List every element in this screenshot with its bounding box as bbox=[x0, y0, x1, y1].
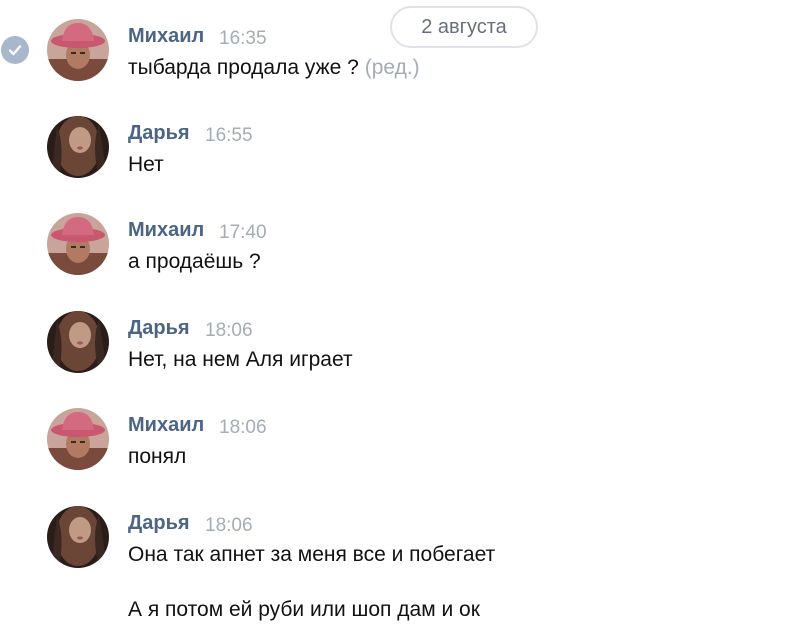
avatar[interactable] bbox=[47, 408, 109, 470]
message-body: тыбарда продала уже ? bbox=[128, 56, 359, 79]
message-time[interactable]: 18:06 bbox=[205, 515, 253, 537]
author-name[interactable]: Михаил bbox=[128, 219, 204, 242]
author-name[interactable]: Михаил bbox=[128, 25, 204, 48]
avatar[interactable] bbox=[47, 506, 109, 568]
message-time[interactable]: 17:40 bbox=[219, 222, 267, 244]
avatar[interactable] bbox=[47, 213, 109, 275]
author-name[interactable]: Дарья bbox=[128, 122, 190, 145]
avatar[interactable] bbox=[47, 311, 109, 373]
message-time[interactable]: 18:06 bbox=[205, 320, 253, 342]
message-text-continued: А я потом ей руби или шоп дам и ок bbox=[128, 598, 480, 621]
author-name[interactable]: Дарья bbox=[128, 317, 190, 340]
message-text: Она так апнет за меня все и побегает bbox=[128, 543, 496, 566]
check-circle-icon bbox=[1, 36, 29, 64]
edited-label[interactable]: (ред.) bbox=[365, 56, 420, 79]
message-time[interactable]: 16:55 bbox=[205, 125, 253, 147]
message-text: понял bbox=[128, 445, 187, 468]
message-text: Нет bbox=[128, 153, 164, 176]
message-text: а продаёшь ? bbox=[128, 250, 261, 273]
author-name[interactable]: Михаил bbox=[128, 414, 204, 437]
date-divider: 2 августа bbox=[390, 6, 538, 48]
message-time[interactable]: 18:06 bbox=[219, 417, 267, 439]
avatar[interactable] bbox=[47, 19, 109, 81]
avatar[interactable] bbox=[47, 116, 109, 178]
message-text: Нет, на нем Аля играет bbox=[128, 348, 353, 371]
message-time[interactable]: 16:35 bbox=[219, 28, 267, 50]
author-name[interactable]: Дарья bbox=[128, 512, 190, 535]
message-text: тыбарда продала уже ? (ред.) bbox=[128, 56, 420, 80]
